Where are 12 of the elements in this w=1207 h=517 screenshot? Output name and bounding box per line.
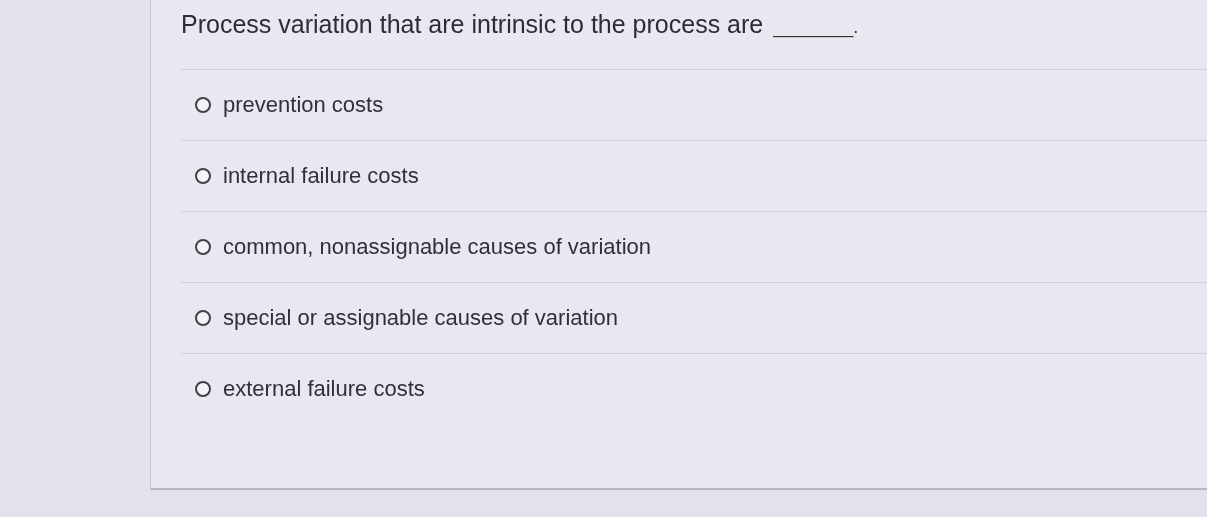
- answer-option[interactable]: prevention costs: [181, 70, 1207, 141]
- radio-button[interactable]: [195, 97, 211, 113]
- answer-blank: ________.: [773, 17, 859, 38]
- radio-button[interactable]: [195, 381, 211, 397]
- radio-button[interactable]: [195, 310, 211, 326]
- answer-option[interactable]: internal failure costs: [181, 141, 1207, 212]
- radio-button[interactable]: [195, 239, 211, 255]
- answer-option[interactable]: external failure costs: [181, 354, 1207, 424]
- answer-option[interactable]: special or assignable causes of variation: [181, 283, 1207, 354]
- question-text: Process variation that are intrinsic to the process are: [181, 10, 764, 39]
- radio-button[interactable]: [195, 168, 211, 184]
- answer-option[interactable]: common, nonassignable causes of variation: [181, 212, 1207, 283]
